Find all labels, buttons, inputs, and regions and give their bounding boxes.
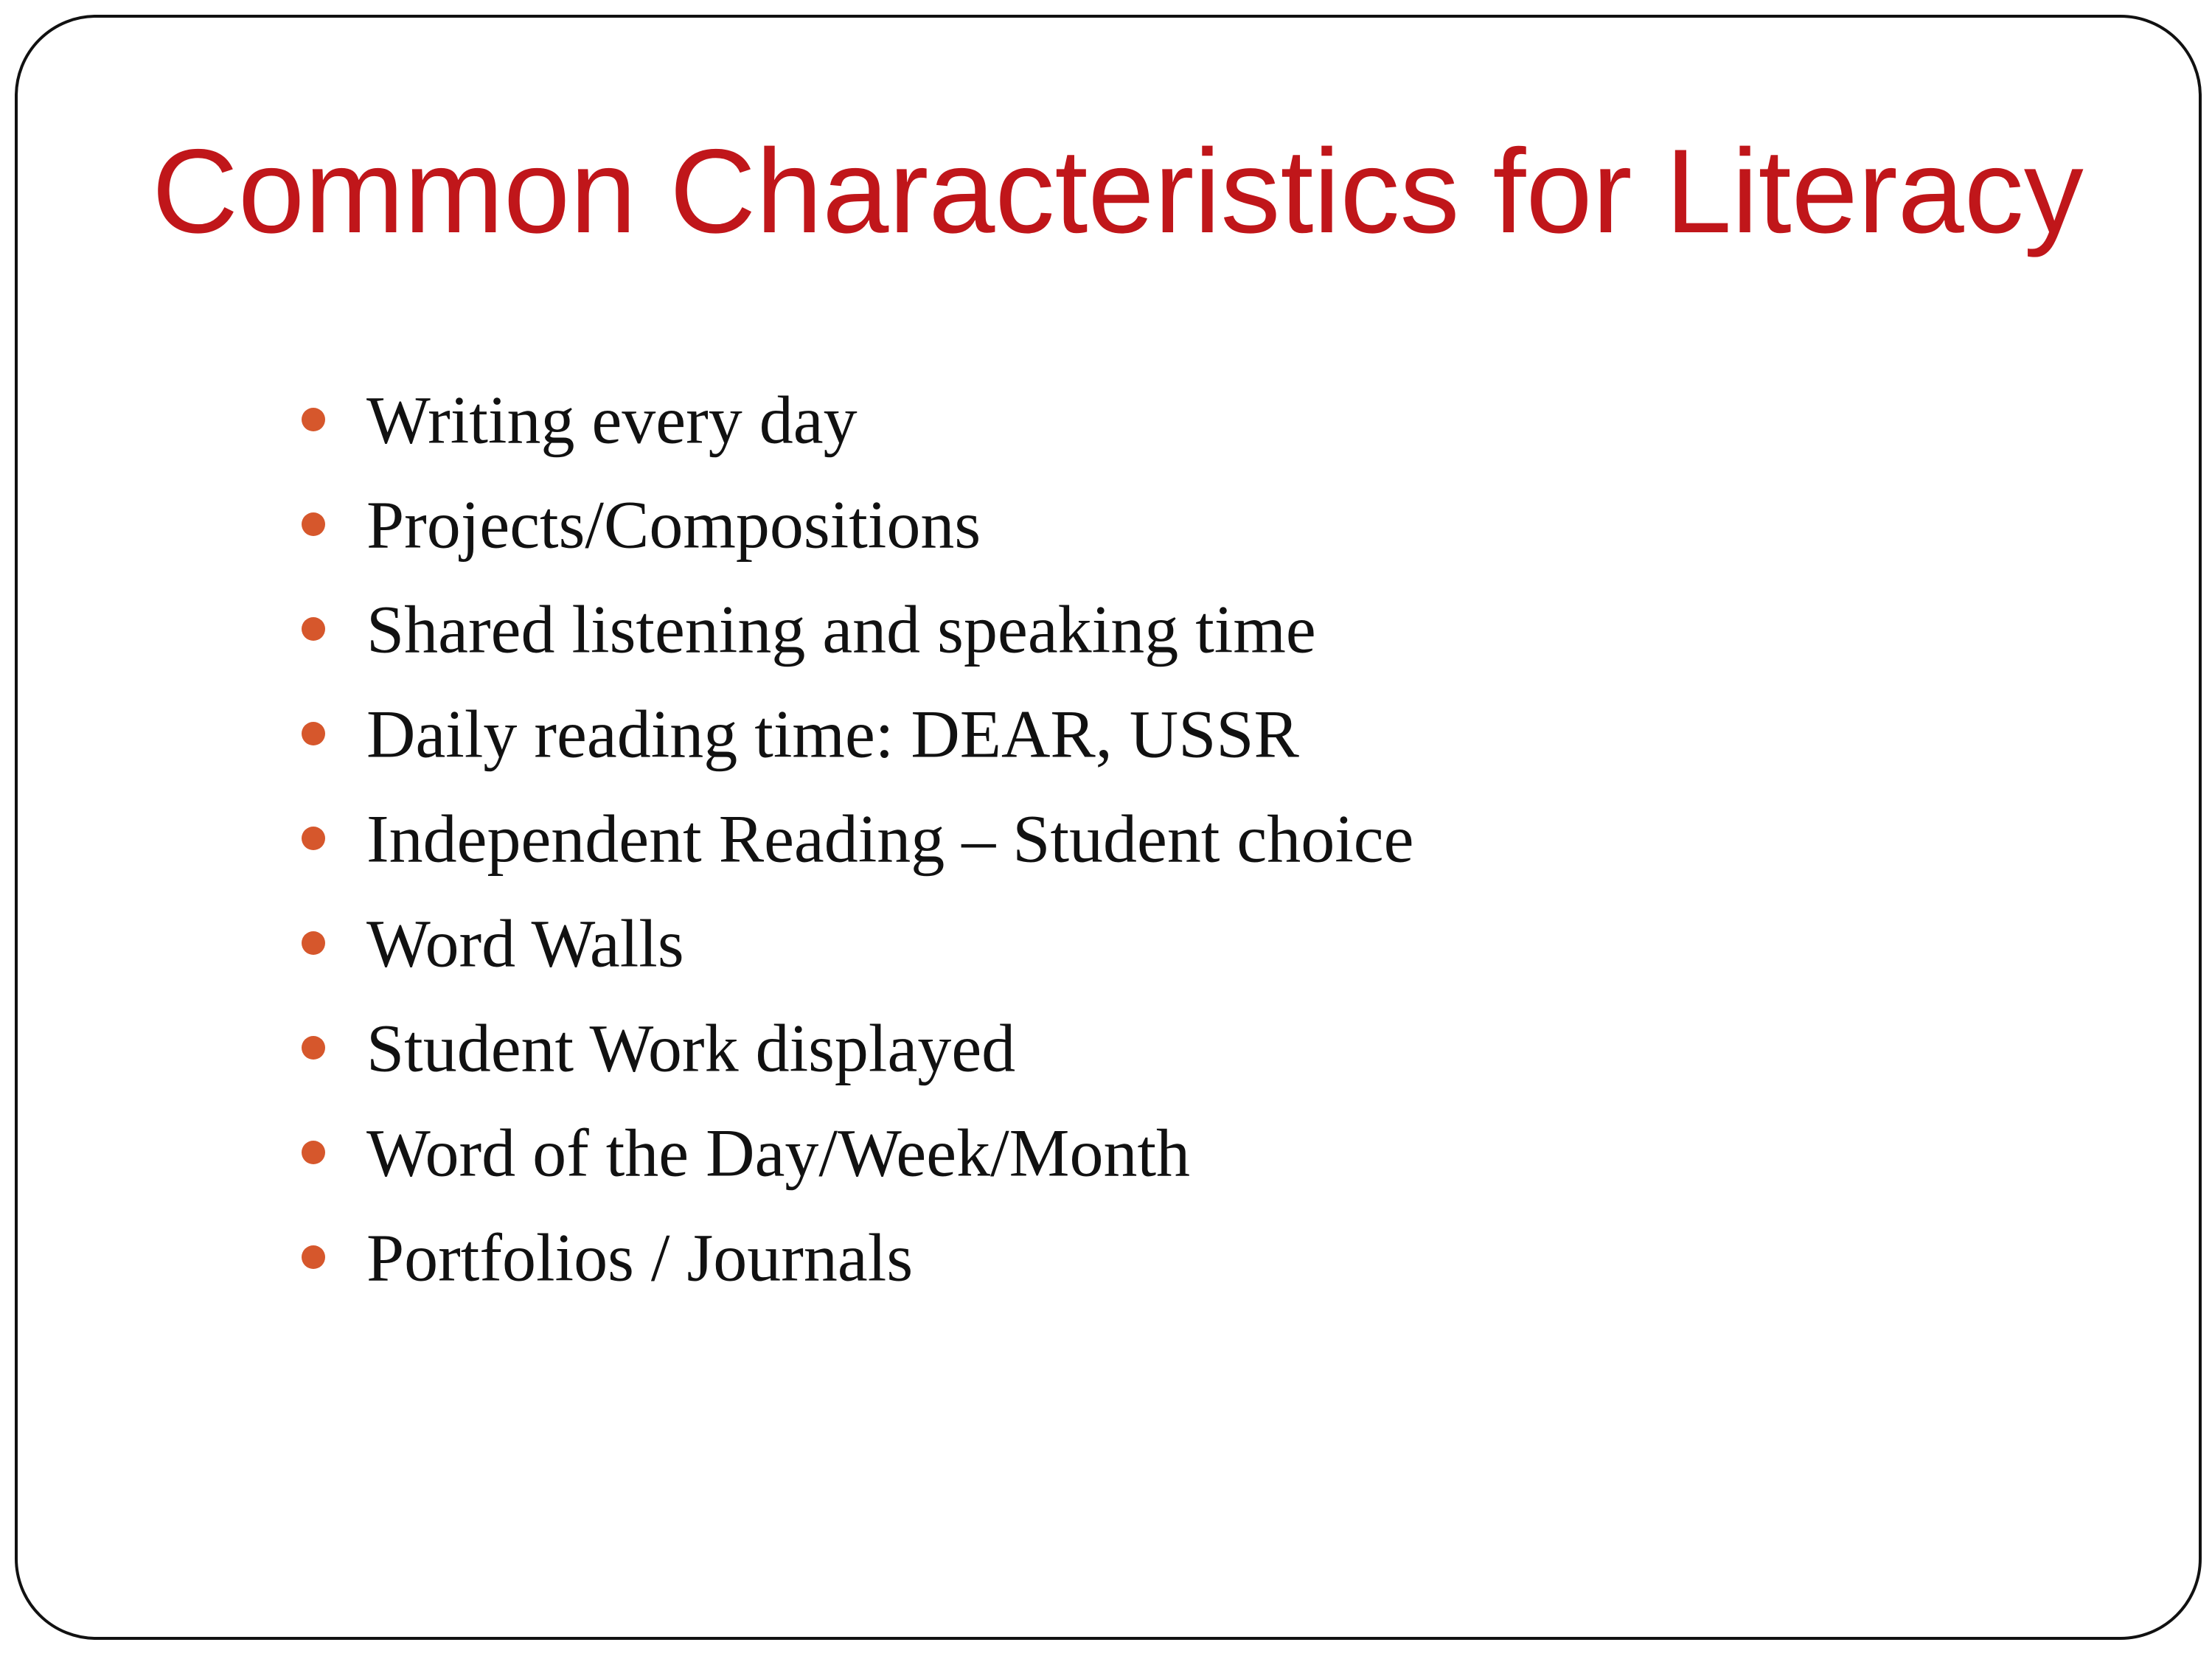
- list-item-text: Projects/Compositions: [366, 487, 981, 563]
- bullet-dot-icon: [302, 617, 325, 641]
- bullet-dot-icon: [302, 408, 325, 431]
- bullet-dot-icon: [302, 1141, 325, 1164]
- list-item-text: Word of the Day/Week/Month: [366, 1115, 1191, 1191]
- list-item-text: Daily reading time: DEAR, USSR: [366, 696, 1299, 772]
- list-item-text: Writing every day: [366, 382, 858, 458]
- list-item-text: Independent Reading – Student choice: [366, 801, 1414, 877]
- list-item-text: Student Work displayed: [366, 1010, 1016, 1086]
- bullet-dot-icon: [302, 1036, 325, 1060]
- bullet-dot-icon: [302, 931, 325, 955]
- list-item-text: Shared listening and speaking time: [366, 591, 1316, 667]
- slide-title: Common Characteristics for Literacy: [152, 125, 2084, 258]
- bullet-dot-icon: [302, 722, 325, 745]
- bullet-dot-icon: [302, 827, 325, 850]
- slide-frame: Common Characteristics for Literacy Writ…: [15, 15, 2202, 1640]
- bullet-dot-icon: [302, 1245, 325, 1269]
- bullet-dot-icon: [302, 512, 325, 536]
- list-item-text: Portfolios / Journals: [366, 1220, 914, 1295]
- list-item-text: Word Walls: [366, 905, 684, 981]
